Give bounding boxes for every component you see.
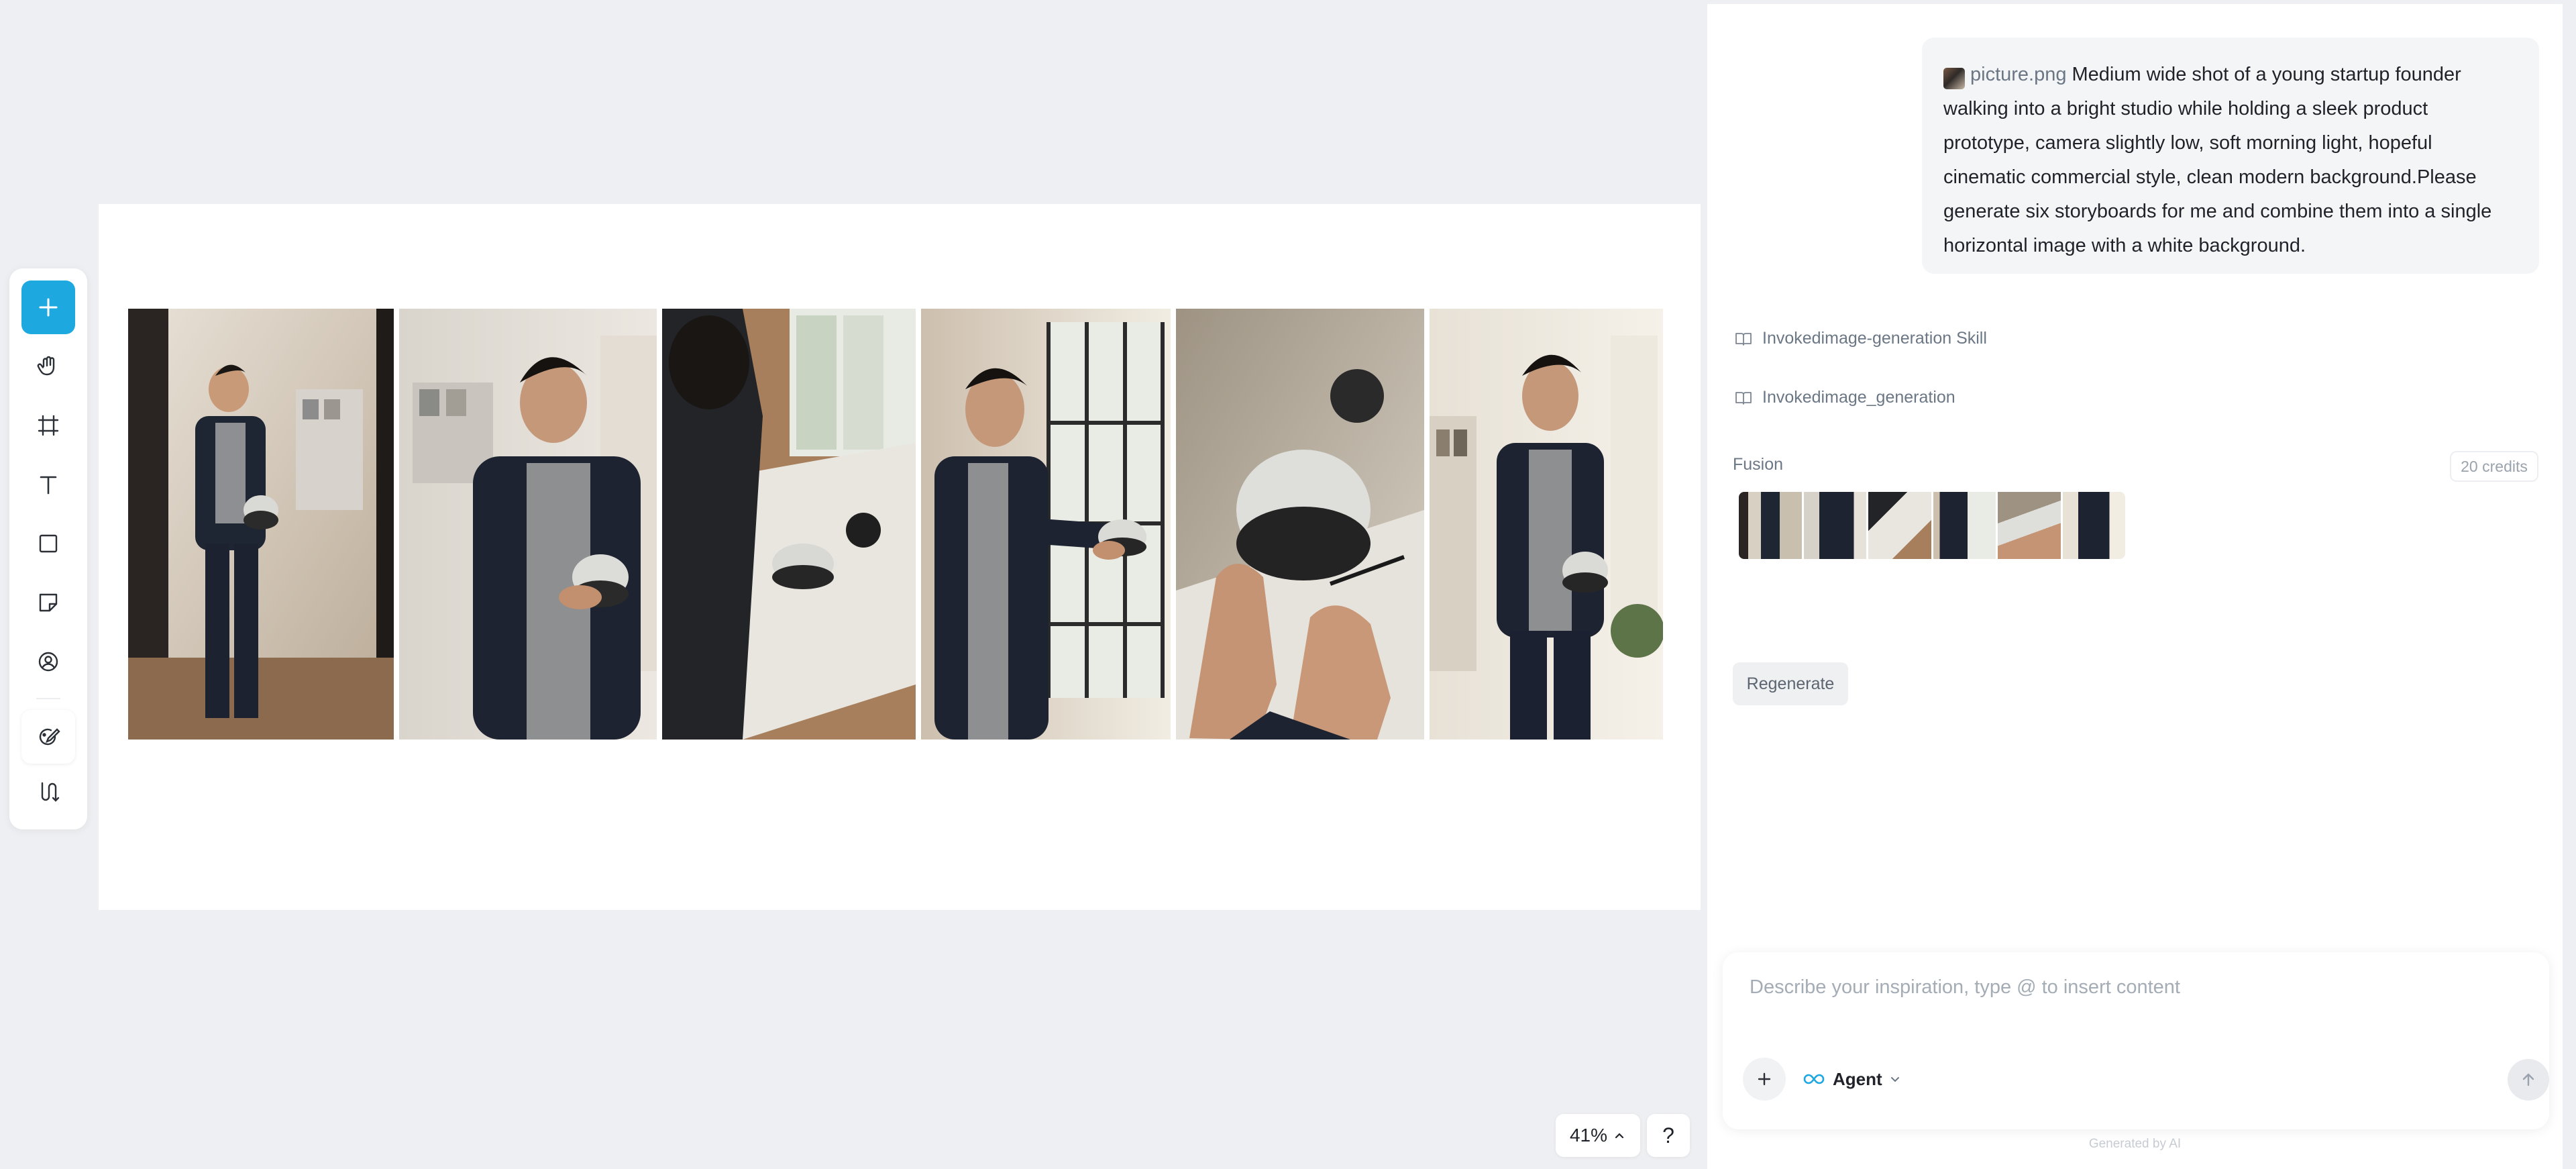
- chat-composer: Agent: [1723, 952, 2549, 1129]
- skill-step-2[interactable]: Invokedimage_generation: [1734, 388, 1955, 407]
- regenerate-button[interactable]: Regenerate: [1733, 662, 1848, 705]
- user-message-bubble: picture.png Medium wide shot of a young s…: [1922, 38, 2539, 274]
- storyboard-frame-1[interactable]: [128, 309, 394, 740]
- canvas-board[interactable]: [99, 204, 1701, 910]
- thumbnail-frame-6: [2062, 492, 2125, 559]
- frame-crop-icon: [38, 415, 59, 436]
- skill-step-label: Invokedimage_generation: [1762, 388, 1955, 407]
- user-message-text: Medium wide shot of a young startup foun…: [1943, 64, 2492, 256]
- help-label: ?: [1662, 1123, 1674, 1148]
- frame-tool-button[interactable]: [21, 399, 75, 452]
- book-icon: [1735, 332, 1752, 346]
- brush-palette-icon: [39, 728, 60, 746]
- attachment-name: picture.png: [1970, 64, 2067, 85]
- result-title: Fusion: [1733, 455, 1784, 474]
- chevron-down-icon: [1890, 1077, 1899, 1082]
- text-tool-button[interactable]: [21, 458, 75, 511]
- attachment-chip[interactable]: picture.png: [1943, 58, 2067, 92]
- zoom-level-button[interactable]: 41%: [1556, 1114, 1640, 1157]
- sticky-note-tool-button[interactable]: [21, 576, 75, 629]
- brush-tool-button[interactable]: [21, 710, 75, 764]
- rectangle-tool-button[interactable]: [21, 517, 75, 570]
- person-tool-button[interactable]: [21, 635, 75, 689]
- app-root: 41% ? picture.png Medium wide shot of a y…: [0, 0, 2576, 1169]
- hand-icon: [37, 356, 55, 376]
- tool-rail: [9, 268, 87, 829]
- plus-icon: [39, 298, 58, 317]
- thumbnail-frame-2: [1803, 492, 1866, 559]
- send-button[interactable]: [2508, 1059, 2549, 1101]
- book-icon: [1735, 391, 1752, 405]
- arrow-up-icon: [2522, 1073, 2534, 1086]
- storyboard-frame-3[interactable]: [662, 309, 916, 740]
- storyboard-frame-4[interactable]: [921, 309, 1171, 740]
- agent-mode-label: Agent: [1833, 1068, 1882, 1089]
- add-attachment-button[interactable]: [1743, 1058, 1786, 1101]
- storyboard-frame-5[interactable]: [1176, 309, 1424, 740]
- thumbnail-frame-1: [1739, 492, 1802, 559]
- flow-branch-icon: [41, 782, 60, 802]
- thumbnail-frame-3: [1868, 492, 1931, 559]
- person-circle-icon: [38, 652, 58, 672]
- text-icon: [40, 476, 57, 495]
- tool-divider: [36, 698, 60, 699]
- skill-step-label: Invokedimage-generation Skill: [1762, 329, 1987, 348]
- flow-tool-button[interactable]: [21, 765, 75, 819]
- ai-generated-note: Generated by AI: [2088, 1137, 2182, 1151]
- infinity-icon: [1803, 1074, 1825, 1084]
- storyboard-frame-2[interactable]: [399, 309, 657, 740]
- help-button[interactable]: ?: [1647, 1114, 1690, 1157]
- add-button[interactable]: [21, 281, 75, 334]
- prompt-input[interactable]: [1750, 976, 2514, 999]
- result-thumbnail[interactable]: [1739, 492, 2125, 559]
- credits-badge: 20 credits: [2450, 451, 2538, 482]
- hand-tool-button[interactable]: [21, 340, 75, 393]
- skill-step-1[interactable]: Invokedimage-generation Skill: [1734, 329, 1987, 348]
- chat-panel: picture.png Medium wide shot of a young s…: [1707, 0, 2563, 1169]
- storyboard-frame-6[interactable]: [1430, 309, 1663, 740]
- zoom-level-label: 41%: [1569, 1125, 1608, 1146]
- chevron-up-icon: [1615, 1133, 1624, 1139]
- thumbnail-frame-5: [1998, 492, 2061, 559]
- square-icon: [39, 534, 58, 553]
- sticky-note-icon: [39, 593, 58, 612]
- attachment-thumbnail: [1943, 67, 1965, 89]
- plus-icon: [1758, 1072, 1771, 1086]
- agent-mode-dropdown[interactable]: Agent: [1802, 1060, 1901, 1099]
- thumbnail-frame-4: [1933, 492, 1996, 559]
